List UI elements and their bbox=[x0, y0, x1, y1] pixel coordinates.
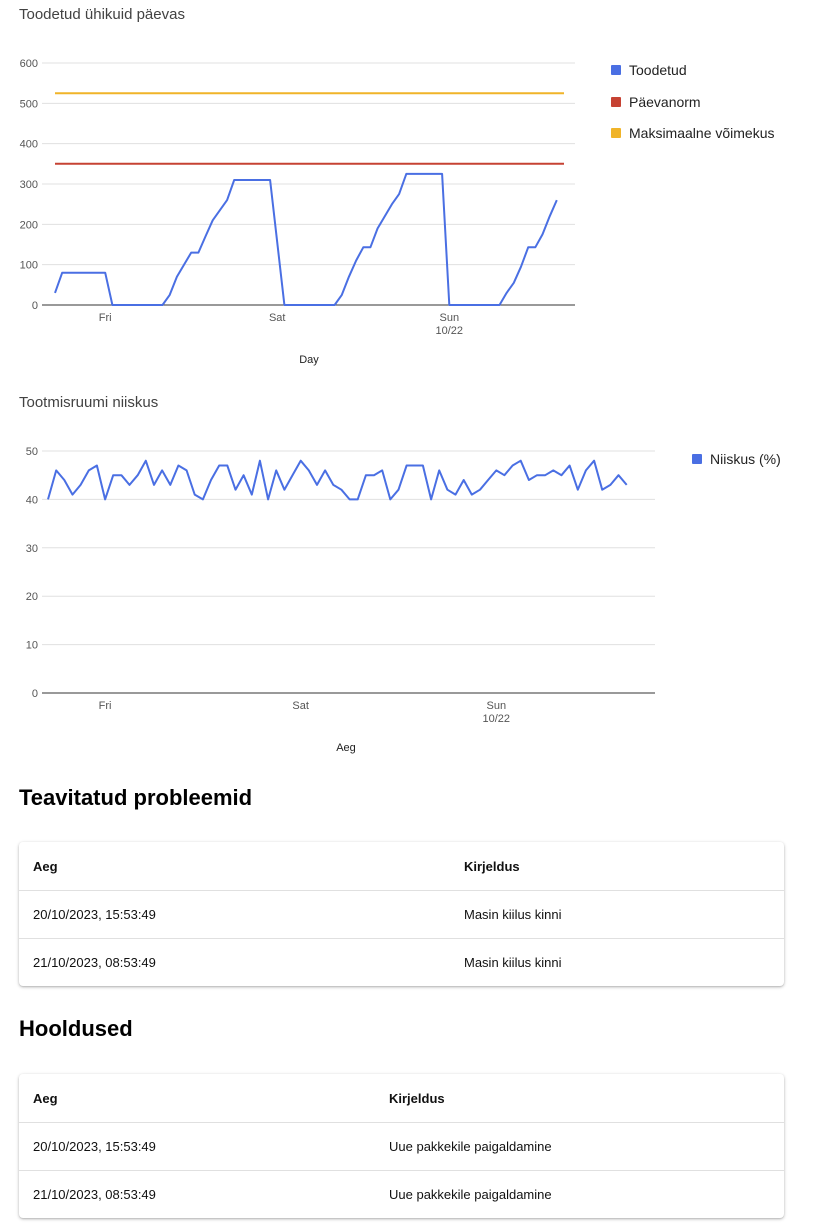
humidity-legend: Niiskus (%) bbox=[692, 451, 781, 483]
problems-title: Teavitatud probleemid bbox=[19, 785, 253, 810]
y-tick-label: 0 bbox=[32, 688, 38, 700]
cell-time: 21/10/2023, 08:53:49 bbox=[19, 1170, 375, 1218]
x-axis-title: Aeg bbox=[336, 742, 356, 754]
x-tick-label: Fri bbox=[99, 312, 112, 324]
y-tick-label: 20 bbox=[26, 591, 38, 603]
y-tick-label: 600 bbox=[20, 58, 38, 70]
y-tick-label: 50 bbox=[26, 446, 38, 458]
legend-item: Niiskus (%) bbox=[692, 451, 781, 467]
series-line bbox=[54, 172, 558, 306]
x-tick-label: Sun bbox=[486, 700, 506, 712]
series-line bbox=[47, 459, 628, 501]
cell-description: Masin kiilus kinni bbox=[450, 938, 784, 986]
column-header-time: Aeg bbox=[33, 1090, 58, 1106]
maintenance-table: Aeg Kirjeldus 20/10/2023, 15:53:49 Uue p… bbox=[19, 1074, 784, 1218]
column-header-description: Kirjeldus bbox=[464, 858, 520, 874]
cell-time: 20/10/2023, 15:53:49 bbox=[19, 890, 450, 939]
legend-item: Toodetud bbox=[611, 62, 775, 78]
cell-time: 21/10/2023, 08:53:49 bbox=[19, 938, 450, 986]
humidity-chart: Tootmisruumi niiskus 0 10 20 30 40 50 Fri Sat Su… bbox=[0, 388, 826, 768]
x-axis-title: Day bbox=[299, 354, 319, 366]
legend-label: Päevanorm bbox=[629, 93, 701, 110]
production-chart: Toodetud ühikuid päevas 0 100 200 300 400 500… bbox=[0, 0, 826, 380]
y-tick-label: 0 bbox=[32, 300, 38, 312]
column-header-time: Aeg bbox=[33, 858, 58, 874]
cell-description: Masin kiilus kinni bbox=[450, 890, 784, 939]
x-tick-sublabel: 10/22 bbox=[483, 713, 511, 725]
x-tick-label: Sat bbox=[269, 312, 286, 324]
maintenance-title: Hooldused bbox=[19, 1016, 133, 1041]
table-header-row: Aeg Kirjeldus bbox=[19, 842, 784, 891]
x-tick-label: Fri bbox=[99, 700, 112, 712]
maintenance-table-card: Aeg Kirjeldus 20/10/2023, 15:53:49 Uue p… bbox=[19, 1074, 784, 1218]
y-tick-label: 300 bbox=[20, 179, 38, 191]
legend-label: Toodetud bbox=[629, 62, 687, 78]
column-header-description: Kirjeldus bbox=[389, 1090, 445, 1106]
problems-table-card: Aeg Kirjeldus 20/10/2023, 15:53:49 Masin… bbox=[19, 842, 784, 986]
table-row: 21/10/2023, 08:53:49 Masin kiilus kinni bbox=[19, 938, 784, 986]
cell-description: Uue pakkekile paigaldamine bbox=[375, 1170, 784, 1218]
cell-description: Uue pakkekile paigaldamine bbox=[375, 1122, 784, 1171]
legend-item: Maksimaalne võimekus bbox=[611, 125, 775, 141]
legend-swatch bbox=[611, 96, 621, 107]
y-tick-label: 200 bbox=[20, 219, 38, 231]
table-row: 20/10/2023, 15:53:49 Masin kiilus kinni bbox=[19, 890, 784, 939]
y-tick-label: 30 bbox=[26, 543, 38, 555]
legend-swatch bbox=[692, 454, 702, 464]
y-tick-label: 40 bbox=[26, 494, 38, 506]
y-tick-label: 10 bbox=[26, 640, 38, 652]
table-header-row: Aeg Kirjeldus bbox=[19, 1074, 784, 1123]
x-tick-sublabel: 10/22 bbox=[436, 325, 464, 337]
legend-label: Niiskus (%) bbox=[710, 451, 781, 467]
production-legend: Toodetud Päevanorm Maksimaalne võimekus bbox=[611, 62, 775, 157]
y-tick-label: 100 bbox=[20, 260, 38, 272]
table-row: 21/10/2023, 08:53:49 Uue pakkekile paiga… bbox=[19, 1170, 784, 1218]
legend-swatch bbox=[611, 65, 621, 75]
table-row: 20/10/2023, 15:53:49 Uue pakkekile paiga… bbox=[19, 1122, 784, 1171]
legend-swatch bbox=[611, 128, 621, 138]
humidity-chart-svg: 0 10 20 30 40 50 Fri Sat Sun10/22 Aeg bbox=[26, 446, 655, 754]
cell-time: 20/10/2023, 15:53:49 bbox=[19, 1122, 375, 1171]
x-tick-label: Sat bbox=[292, 700, 309, 712]
legend-label: Maksimaalne võimekus bbox=[629, 125, 775, 141]
y-tick-label: 400 bbox=[20, 139, 38, 151]
y-tick-label: 500 bbox=[20, 98, 38, 110]
production-chart-svg: 0 100 200 300 400 500 600 Fri Sat Sun10/22 Day bbox=[20, 58, 575, 366]
x-tick-label: Sun bbox=[440, 312, 460, 324]
problems-table: Aeg Kirjeldus 20/10/2023, 15:53:49 Masin… bbox=[19, 842, 784, 986]
legend-item: Päevanorm bbox=[611, 94, 775, 110]
